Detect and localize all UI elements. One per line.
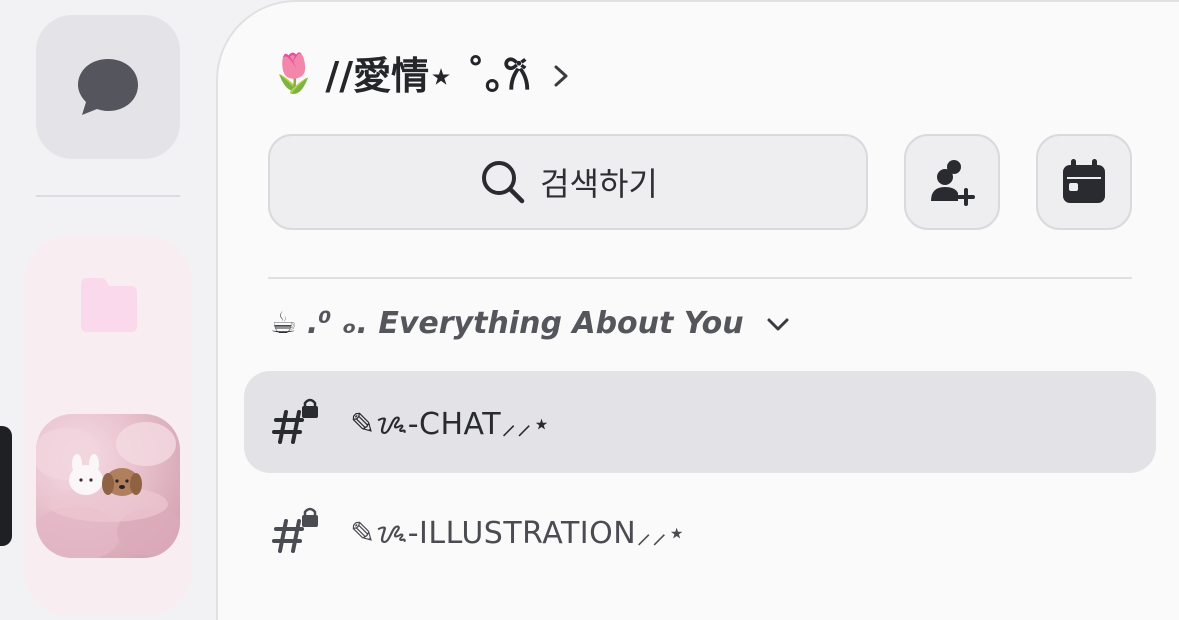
server-folder[interactable] [24,236,192,616]
panel-divider [268,277,1132,279]
channel-panel: 🌷 //愛情⋆ ˚｡𐙚 검색하기 ☕ .⁰ ₒ. Everything Abou… [216,0,1179,620]
channel-item-illustration[interactable]: ✎ᝰ-ILLUSTRATION⸝⸝⋆ [244,480,1156,582]
server-emoji: 🌷 [270,50,318,95]
category-label: .⁰ ₒ. Everything About You [306,305,744,341]
channel-name: ✎ᝰ-CHAT⸝⸝⋆ [350,406,552,442]
chat-bubble-icon [78,59,138,115]
add-member-icon [931,160,975,206]
events-button[interactable] [1036,134,1132,230]
search-icon [482,161,525,204]
coffee-emoji: ☕ [270,305,297,341]
rail-divider [36,195,180,197]
server-header[interactable]: 🌷 //愛情⋆ ˚｡𐙚 [270,38,570,108]
chevron-down-icon [767,318,789,331]
channel-name: ✎ᝰ-ILLUSTRATION⸝⸝⋆ [350,515,687,551]
locked-hashtag-icon [272,398,318,444]
invite-members-button[interactable] [904,134,1000,230]
server-rail [0,0,220,616]
folder-icon [81,278,137,332]
server-name: //愛情⋆ ˚｡𐙚 [325,54,531,98]
search-button[interactable]: 검색하기 [268,134,868,230]
locked-hashtag-icon [272,507,318,553]
channel-item-chat[interactable]: ✎ᝰ-CHAT⸝⸝⋆ [244,371,1156,473]
calendar-icon [1063,159,1105,203]
category-header[interactable]: ☕ .⁰ ₒ. Everything About You [270,298,790,348]
server-avatar[interactable] [36,414,180,558]
bunny-and-puppy-avatar [36,422,180,558]
direct-messages-button[interactable] [36,15,180,159]
search-label: 검색하기 [540,165,658,203]
selected-server-indicator [0,426,12,546]
chevron-right-icon [554,65,568,87]
